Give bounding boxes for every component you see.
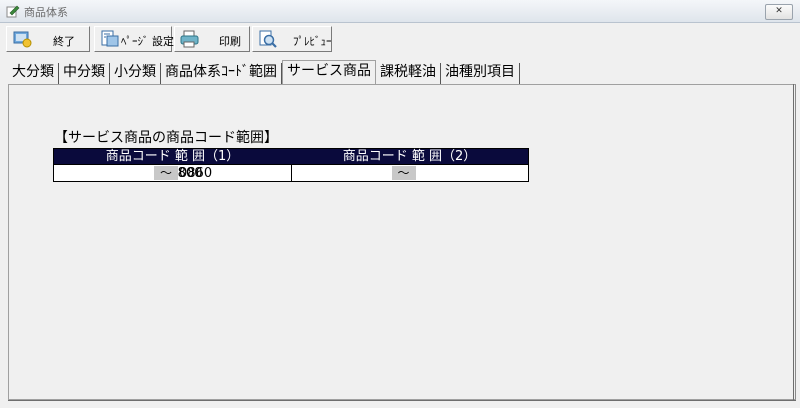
close-button[interactable]: ✕ [765,4,793,20]
page-setup-label: ﾍﾟｰｼﾞ 設定 [121,35,174,48]
toolbar: 終了 ﾍﾟｰｼﾞ 設定 印刷 ﾌﾟﾚﾋﾞｭｰ [0,24,800,56]
tab-strip: 大分類 中分類 小分類 商品体系ｺｰﾄﾞ範囲 サービス商品 課税軽油 油種別項目 [8,60,520,84]
tab-middle-category[interactable]: 中分類 [59,63,110,84]
print-label: 印刷 [219,35,241,48]
tab-fuel-type-items[interactable]: 油種別項目 [441,63,520,84]
tab-taxed-diesel[interactable]: 課税軽油 [376,63,441,84]
tab-minor-category[interactable]: 小分類 [110,63,161,84]
table-row: 0800 ～ 0860 ～ [54,164,528,182]
page-setup-icon [101,30,119,47]
title-bar: 商品体系 ✕ [0,0,800,23]
preview-magnifier-icon [259,30,277,48]
code-range-table: 商品コード 範 囲（1） 商品コード 範 囲（2） 0800 ～ 0860 ～ [53,148,529,182]
print-button[interactable]: 印刷 [174,26,250,52]
tab-major-category[interactable]: 大分類 [8,63,59,84]
table-header-row: 商品コード 範 囲（1） 商品コード 範 囲（2） [54,149,528,164]
exit-label: 終了 [53,35,75,48]
panel-right-border [793,84,794,400]
panel-bottom-border [8,400,796,401]
window-title: 商品体系 [24,6,68,19]
range-1-separator: ～ [154,166,178,180]
column-header-range-2: 商品コード 範 囲（2） [342,149,477,164]
app-pencil-icon [6,5,20,18]
tab-service-products[interactable]: サービス商品 [282,60,376,84]
tab-product-code-range[interactable]: 商品体系ｺｰﾄﾞ範囲 [161,63,282,84]
exit-button[interactable]: 終了 [6,26,90,52]
page-setup-button[interactable]: ﾍﾟｰｼﾞ 設定 [94,26,174,52]
range-1-to-input[interactable]: 0860 [179,166,212,181]
printer-icon [180,30,199,48]
range-2-separator: ～ [391,166,416,180]
preview-label: ﾌﾟﾚﾋﾞｭｰ [293,35,332,48]
range-1-cell: 0800 ～ 0860 [54,164,291,182]
preview-button[interactable]: ﾌﾟﾚﾋﾞｭｰ [252,26,332,52]
exit-icon [13,31,32,48]
section-title: 【サービス商品の商品コード範囲】 [54,130,278,146]
range-2-cell: ～ [290,164,528,182]
column-header-range-1: 商品コード 範 囲（1） [105,149,240,164]
